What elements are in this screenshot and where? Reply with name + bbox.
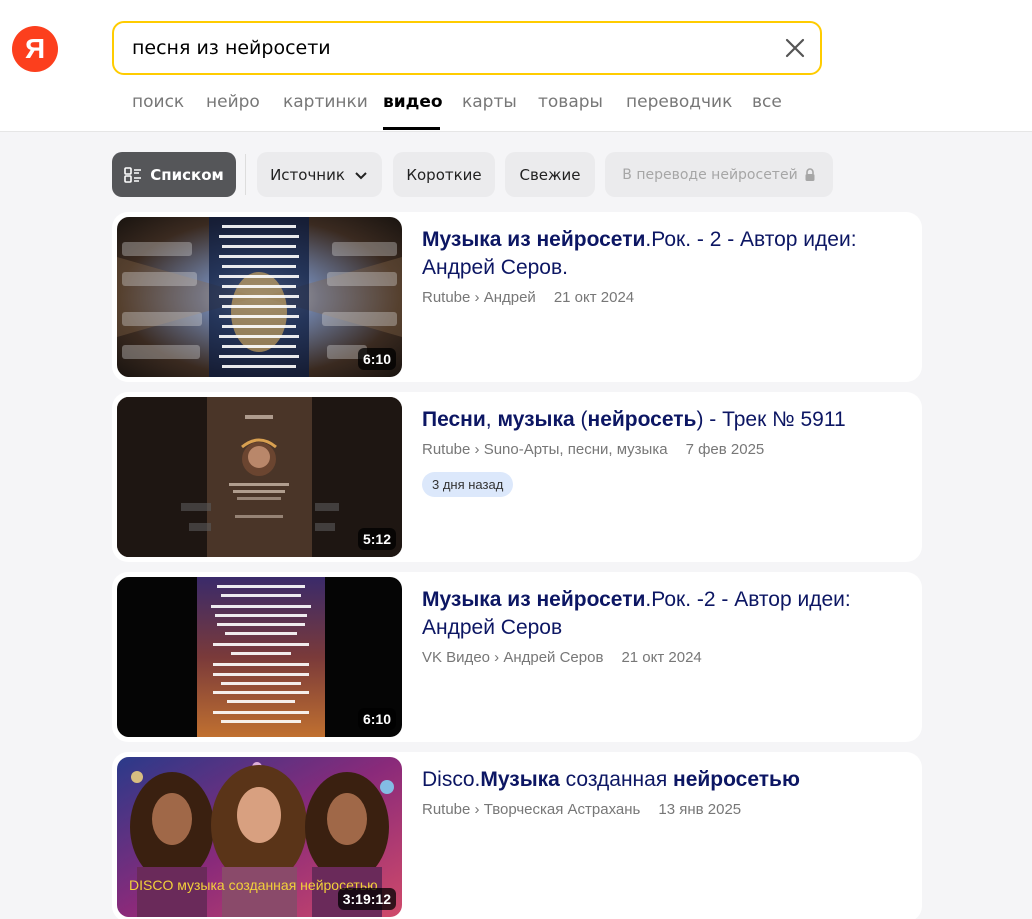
video-result[interactable]: DISCO музыка созданная нейросетью 3:19:1… <box>112 752 922 919</box>
search-box <box>112 21 822 75</box>
video-title[interactable]: Песни, музыка (нейросеть) - Трек № 5911 <box>422 406 902 434</box>
title-highlight: нейросеть <box>587 408 697 431</box>
video-result[interactable]: 6:10 Музыка из нейросети.Рок. -2 - Автор… <box>112 572 922 742</box>
title-text: ( <box>574 408 588 431</box>
tab-goods[interactable]: товары <box>538 92 603 112</box>
video-duration: 5:12 <box>357 528 396 550</box>
chevron-down-icon <box>355 171 367 179</box>
video-source[interactable]: VK Видео › Андрей Серов <box>422 649 603 666</box>
video-date: 13 янв 2025 <box>658 801 742 818</box>
video-thumbnail[interactable]: 6:10 <box>117 577 402 737</box>
list-view-icon <box>124 166 142 183</box>
video-source[interactable]: Rutube › Творческая Астрахань <box>422 801 640 818</box>
video-title[interactable]: Музыка из нейросети.Рок. -2 - Автор идеи… <box>422 586 902 642</box>
title-text: созданная <box>559 768 674 791</box>
video-date: 7 фев 2025 <box>685 441 765 458</box>
fresh-filter-button[interactable]: Свежие <box>505 152 595 197</box>
video-result[interactable]: 5:12 Песни, музыка (нейросеть) - Трек № … <box>112 392 922 562</box>
video-title[interactable]: Disco.Музыка созданная нейросетью <box>422 766 902 794</box>
title-text: Disco. <box>422 768 481 791</box>
fresh-filter-label: Свежие <box>519 165 581 184</box>
title-highlight: Музыка из нейросети <box>422 588 646 611</box>
title-text: , <box>485 408 498 431</box>
header: Я поиск нейро картинки видео карты товар… <box>0 0 1032 132</box>
title-highlight: музыка <box>497 408 575 431</box>
yandex-logo[interactable]: Я <box>12 26 58 72</box>
title-highlight: нейросетью <box>673 768 800 791</box>
video-date: 21 окт 2024 <box>553 289 635 306</box>
source-label: Источник <box>270 165 345 184</box>
tab-images[interactable]: картинки <box>283 92 368 112</box>
video-thumbnail[interactable]: 6:10 <box>117 217 402 377</box>
video-duration: 3:19:12 <box>337 888 396 910</box>
tab-translator[interactable]: переводчик <box>626 92 732 112</box>
video-meta: Rutube › Suno-Арты, песни, музыка 7 фев 2… <box>422 441 764 458</box>
video-title[interactable]: Музыка из нейросети.Рок. - 2 - Автор иде… <box>422 226 902 282</box>
video-result[interactable]: 6:10 Музыка из нейросети.Рок. - 2 - Авто… <box>112 212 922 382</box>
lock-icon <box>805 167 815 181</box>
tab-neuro[interactable]: нейро <box>206 92 260 112</box>
video-thumbnail[interactable]: 5:12 <box>117 397 402 557</box>
list-view-label: Списком <box>150 165 224 184</box>
title-highlight: Музыка из нейросети <box>422 228 646 251</box>
tab-search[interactable]: поиск <box>132 92 184 112</box>
close-icon[interactable] <box>784 37 806 59</box>
video-meta: Rutube › Творческая Астрахань 13 янв 2025 <box>422 801 741 818</box>
short-filter-button[interactable]: Короткие <box>393 152 495 197</box>
short-filter-label: Короткие <box>406 165 482 184</box>
video-meta: Rutube › Андрей 21 окт 2024 <box>422 289 634 306</box>
source-dropdown[interactable]: Источник <box>257 152 382 197</box>
title-text: ) - Трек № 5911 <box>696 408 846 431</box>
recency-badge: 3 дня назад <box>422 472 514 497</box>
video-duration: 6:10 <box>357 708 396 730</box>
video-duration: 6:10 <box>357 348 396 370</box>
translated-filter-button[interactable]: В переводе нейросетей <box>605 152 833 197</box>
title-highlight: Музыка <box>480 768 560 791</box>
list-view-button[interactable]: Списком <box>112 152 236 197</box>
filter-divider <box>245 154 246 195</box>
search-input[interactable] <box>132 34 752 62</box>
tab-maps[interactable]: карты <box>462 92 517 112</box>
video-source[interactable]: Rutube › Suno-Арты, песни, музыка <box>422 441 668 458</box>
video-thumbnail[interactable]: DISCO музыка созданная нейросетью 3:19:1… <box>117 757 402 917</box>
video-source[interactable]: Rutube › Андрей <box>422 289 536 306</box>
tab-video[interactable]: видео <box>383 92 443 112</box>
active-tab-indicator <box>383 127 440 130</box>
tab-all[interactable]: все <box>752 92 782 112</box>
video-meta: VK Видео › Андрей Серов 21 окт 2024 <box>422 649 702 666</box>
video-date: 21 окт 2024 <box>621 649 702 666</box>
translated-filter-label: В переводе нейросетей <box>622 166 798 183</box>
title-highlight: Песни <box>422 408 486 431</box>
